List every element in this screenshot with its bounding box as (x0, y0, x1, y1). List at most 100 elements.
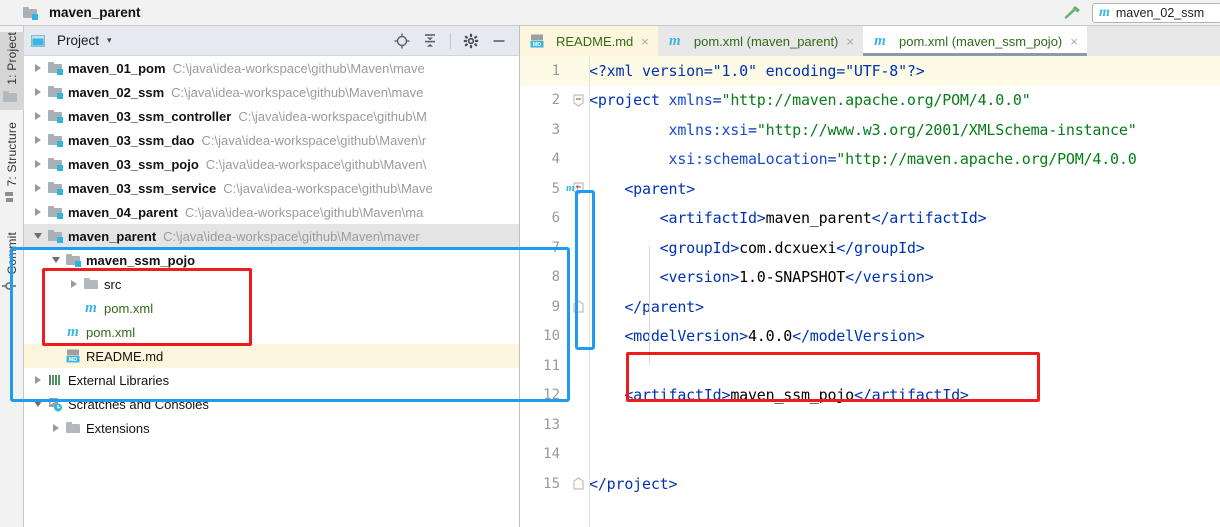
top-toolbar-right: m maven_02_ssm (1062, 2, 1220, 23)
chevron-right-icon[interactable] (32, 158, 44, 170)
tree-row[interactable]: Extensions (24, 416, 519, 440)
editor-tab[interactable]: MD README.md × (520, 26, 658, 56)
tree-row[interactable]: maven_ssm_pojo (24, 248, 519, 272)
chevron-right-icon[interactable] (68, 278, 80, 290)
line-number: 10 (543, 328, 560, 345)
editor-tab-label: pom.xml (maven_parent) (693, 33, 839, 49)
chevron-right-icon[interactable] (32, 134, 44, 146)
line-number: 13 (543, 416, 560, 433)
tree-item-label: maven_03_ssm_pojo (68, 156, 199, 172)
code-editor[interactable]: 1 <?xml version="1.0" encoding="UTF-8"?> 2… (520, 56, 1220, 527)
svg-text:MD: MD (69, 357, 77, 363)
tree-row[interactable]: src (24, 272, 519, 296)
chevron-right-icon[interactable] (32, 182, 44, 194)
chevron-right-icon[interactable] (32, 86, 44, 98)
chevron-right-icon[interactable] (32, 110, 44, 122)
toolbar-divider (450, 32, 451, 49)
rail-label-commit: Commit (5, 232, 19, 275)
code-line: 3 xmlns:xsi="http://www.w3.org/2001/XMLS… (520, 115, 1220, 145)
sidebar-item-structure[interactable]: 7: Structure (0, 122, 24, 218)
tree-item-label: src (104, 276, 122, 292)
idea-window: maven_parent m maven_02_ssm 1: Project 7… (0, 0, 1220, 527)
breadcrumb-label: maven_parent (49, 5, 141, 20)
chevron-down-icon[interactable] (50, 254, 62, 266)
project-panel-title: Project (57, 33, 100, 48)
maven-parent-gutter-marker[interactable]: m↑ (566, 179, 580, 194)
locate-target-icon[interactable] (394, 33, 410, 49)
module-folder-icon (47, 228, 63, 244)
code-text: <artifactId>maven_ssm_pojo</artifactId> (624, 386, 969, 405)
tree-row[interactable]: maven_01_pom C:\java\idea-workspace\githu… (24, 56, 519, 80)
line-number: 2 (551, 92, 560, 109)
gutter-separator (589, 56, 590, 527)
code-line: 13 (520, 410, 1220, 440)
hammer-icon[interactable] (1062, 4, 1082, 22)
module-folder-icon (47, 156, 63, 172)
chevron-right-icon[interactable] (32, 374, 44, 386)
tree-item-path: C:\java\idea-workspace\github\Mave (223, 180, 433, 196)
tree-item-path: C:\java\idea-workspace\github\Maven\ (205, 156, 427, 172)
fold-toggle-icon[interactable] (567, 94, 589, 107)
tree-item-label: maven_04_parent (68, 204, 178, 220)
close-icon[interactable]: × (846, 34, 854, 49)
tree-row[interactable]: Scratches and Consoles (24, 392, 519, 416)
chevron-down-icon[interactable] (32, 398, 44, 410)
tree-row[interactable]: maven_04_parent C:\java\idea-workspace\gi… (24, 200, 519, 224)
chevron-right-icon[interactable] (32, 62, 44, 74)
tree-row[interactable]: External Libraries (24, 368, 519, 392)
chevron-right-icon[interactable] (50, 422, 62, 434)
sidebar-item-project[interactable]: 1: Project (0, 32, 24, 110)
close-icon[interactable]: × (1070, 34, 1078, 49)
code-line: 4 xsi:schemaLocation="http://maven.apach… (520, 145, 1220, 175)
fold-toggle-icon[interactable] (567, 477, 589, 490)
run-configuration-label: maven_02_ssm (1115, 5, 1205, 20)
structure-icon (2, 190, 18, 206)
module-folder-icon (47, 132, 63, 148)
sidebar-item-commit[interactable]: Commit (0, 232, 24, 318)
svg-text:MD: MD (533, 42, 541, 48)
line-number: 4 (551, 151, 560, 168)
line-number: 1 (551, 62, 560, 79)
code-line: 12 <artifactId>maven_ssm_pojo</artifactI… (520, 381, 1220, 411)
tree-row[interactable]: m pom.xml (24, 320, 519, 344)
editor-tab[interactable]: m pom.xml (maven_parent) × (657, 26, 863, 56)
chevron-down-icon[interactable]: ▾ (107, 35, 112, 46)
code-text: xmlns:xsi="http://www.w3.org/2001/XMLSch… (668, 120, 1137, 139)
maven-m-icon: m (669, 33, 681, 49)
tree-row[interactable]: m pom.xml (24, 296, 519, 320)
breadcrumb[interactable]: maven_parent (0, 5, 141, 21)
tree-item-path: C:\java\idea-workspace\github\Maven\mave (171, 84, 424, 100)
tree-item-path: C:\java\idea-workspace\github\M (238, 108, 427, 124)
tree-row[interactable]: maven_03_ssm_dao C:\java\idea-workspace\g… (24, 128, 519, 152)
tree-row[interactable]: maven_03_ssm_service C:\java\idea-workspa… (24, 176, 519, 200)
editor-tab-bar[interactable]: MD README.md × m pom.xml (maven_parent) × m pom… (520, 26, 1220, 56)
tree-item-label: Extensions (86, 420, 150, 436)
maven-m-icon: m (85, 300, 97, 316)
tree-row[interactable]: maven_parent C:\java\idea-workspace\githu… (24, 224, 519, 248)
chevron-right-icon[interactable] (32, 206, 44, 218)
module-folder-icon (65, 252, 81, 268)
module-folder-icon (47, 204, 63, 220)
tree-row[interactable]: maven_02_ssm C:\java\idea-workspace\githu… (24, 80, 519, 104)
code-text: </parent> (624, 297, 704, 316)
minimize-icon[interactable] (491, 33, 507, 49)
tree-item-label: maven_03_ssm_service (68, 180, 217, 196)
editor-tab[interactable]: m pom.xml (maven_ssm_pojo) × (862, 26, 1087, 56)
rail-label-project: 1: Project (5, 32, 19, 85)
tree-item-path: C:\java\idea-workspace\github\Maven\ma (184, 204, 424, 220)
close-icon[interactable]: × (641, 34, 649, 49)
tree-item-label: maven_ssm_pojo (86, 252, 196, 268)
line-number: 12 (543, 387, 560, 404)
run-configuration-selector[interactable]: m maven_02_ssm (1092, 2, 1220, 23)
fold-toggle-icon[interactable] (567, 300, 589, 313)
tree-row[interactable]: maven_03_ssm_controller C:\java\idea-work… (24, 104, 519, 128)
chevron-down-icon[interactable] (32, 230, 44, 242)
collapse-all-icon[interactable] (422, 33, 438, 49)
project-tree[interactable]: maven_01_pom C:\java\idea-workspace\githu… (24, 56, 519, 527)
code-text: <version>1.0-SNAPSHOT</version> (659, 268, 934, 287)
tree-row[interactable]: maven_03_ssm_pojo C:\java\idea-workspace\… (24, 152, 519, 176)
editor-tab-label: README.md (556, 33, 634, 49)
project-panel-toolbar (394, 32, 513, 49)
tree-row[interactable]: MD README.md (24, 344, 519, 368)
gear-icon[interactable] (463, 33, 479, 49)
